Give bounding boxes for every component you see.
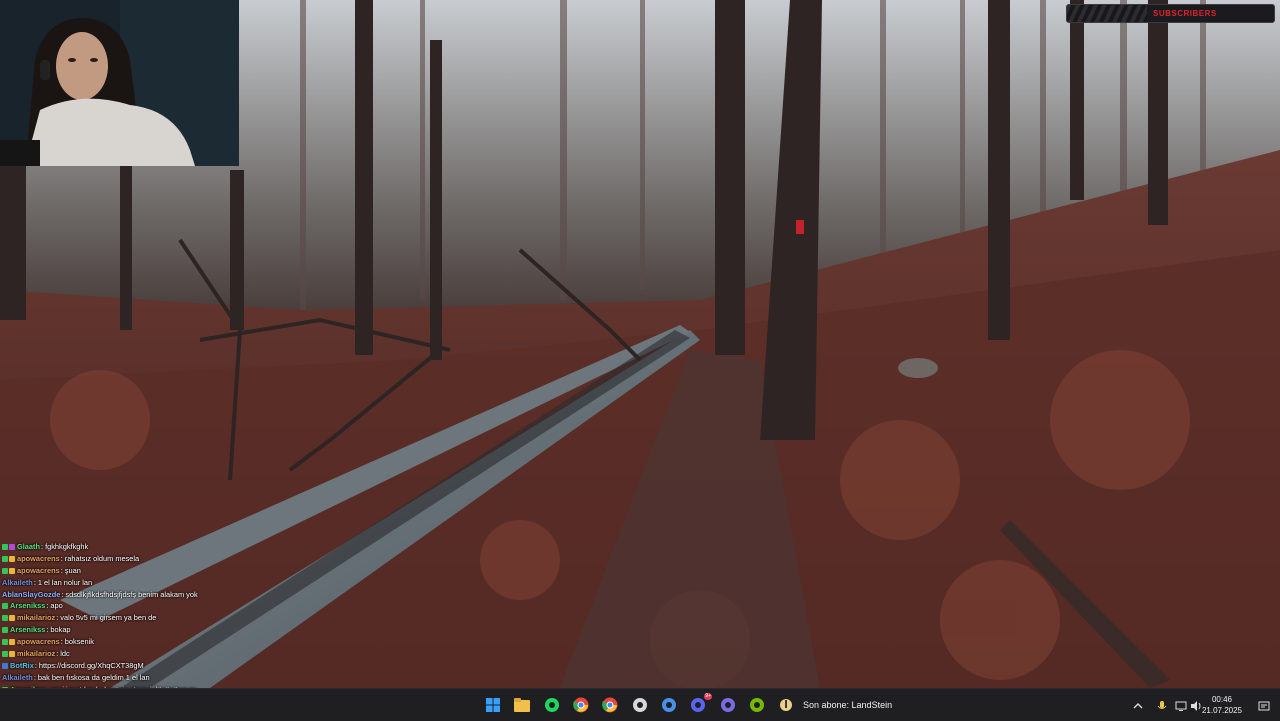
chrome-profile-icon[interactable] [601, 696, 619, 714]
chat-username[interactable]: Arsenikss [10, 624, 45, 636]
chat-message: AblanSlayGozde: sdsdlkjflkdsfhdsjfjdsfş b… [2, 589, 332, 601]
chat-badges [2, 567, 15, 574]
chat-badges [2, 555, 15, 562]
subscriber-label: SUBSCRIBERS [1153, 9, 1217, 18]
chat-username[interactable]: apowacrens [17, 565, 60, 577]
chat-message: Arsenikss: bokap [2, 624, 332, 636]
spotify-icon[interactable] [543, 696, 561, 714]
notification-icon[interactable] [1258, 699, 1270, 711]
file-explorer-icon[interactable] [513, 696, 531, 714]
chat-text: sdsdlkjflkdsfhdsjfjdsfş benim alakam yok [65, 589, 198, 599]
chat-badge-icon [9, 555, 15, 562]
chat-username[interactable]: AblanSlayGozde [2, 589, 60, 601]
chat-username[interactable]: mikailarioz [17, 612, 55, 624]
chat-message: Glaath: fgkhkgkfkghk [2, 541, 332, 553]
chat-username[interactable]: mikailarioz [17, 648, 55, 660]
chat-separator: : [56, 649, 59, 659]
chat-badges [2, 639, 15, 646]
chat-message: mikailarioz: ldc [2, 648, 332, 660]
chat-separator: : [46, 601, 49, 611]
chat-separator: : [60, 553, 63, 563]
chat-badges [2, 615, 15, 622]
app-circle-icon[interactable] [719, 696, 737, 714]
chat-badges [2, 543, 15, 550]
obs-studio-icon[interactable] [631, 696, 649, 714]
chat-text: valo 5v5 mi girsem ya ben de [60, 613, 157, 623]
webcam-overlay [0, 0, 239, 166]
chat-text: apo [50, 601, 63, 611]
chat-username[interactable]: Alkaileth [2, 672, 33, 684]
chat-badge-icon [2, 662, 8, 669]
chat-separator: : [60, 565, 63, 575]
nvidia-icon[interactable] [748, 696, 766, 714]
chat-separator: : [33, 577, 36, 587]
chat-badge-icon [9, 567, 15, 574]
chat-badges [2, 627, 8, 634]
chat-text: şuan [64, 565, 81, 575]
chat-username[interactable]: Glaath [17, 541, 40, 553]
clock-date: 21.07.2025 [1201, 706, 1243, 715]
chat-separator: : [56, 613, 59, 623]
chat-separator: : [33, 672, 36, 682]
chrome-icon[interactable] [572, 696, 590, 714]
chat-username[interactable]: Arsenikss [10, 600, 45, 612]
chat-username[interactable]: BotRix [10, 660, 34, 672]
tray-clock[interactable]: 00:46 21.07.2025 [1198, 694, 1246, 716]
now-playing: Son abone: LandStein [777, 696, 892, 714]
chat-badge-icon [9, 639, 15, 646]
chat-badge-icon [2, 543, 8, 550]
chat-message: Alkaileth: bak ben fıskosa da geldim 1 el… [2, 672, 332, 684]
chat-message: apowacrens: şuan [2, 565, 332, 577]
windows-start-icon[interactable] [484, 696, 502, 714]
chat-badges [2, 650, 15, 657]
chat-text: rahatsız oldum mesela [64, 553, 140, 563]
chat-badge-icon [9, 650, 15, 657]
chat-text: https://discord.gg/XhqCXT38gM [38, 660, 144, 670]
chat-badge-icon [2, 650, 8, 657]
subscriber-bar-stripes [1067, 5, 1147, 22]
chat-badge-icon [2, 639, 8, 646]
chat-username[interactable]: apowacrens [17, 553, 60, 565]
chat-separator: : [41, 542, 44, 551]
chat-username[interactable]: Alkaileth [2, 577, 33, 589]
chat-badge-icon [9, 543, 15, 550]
chat-text: bokap [50, 625, 71, 635]
chat-badge-icon [9, 615, 15, 622]
chevron-up-icon[interactable] [1132, 699, 1144, 711]
clock-time: 00:46 [1211, 695, 1233, 704]
chat-badges [2, 603, 8, 610]
chat-message: Alkaileth:1 el lan nolur lan [2, 577, 332, 589]
chat-text: ldc [60, 649, 70, 659]
notification-badge: 9+ [704, 693, 712, 700]
chat-separator: : [61, 589, 64, 599]
chat-badge-icon [2, 555, 8, 562]
network-icon[interactable] [1175, 699, 1187, 711]
chat-badge-icon [2, 567, 8, 574]
discord-icon[interactable]: 9+ [689, 693, 712, 714]
chat-message: apowacrens: rahatsız oldum mesela [2, 553, 332, 565]
chat-badges [2, 662, 8, 669]
chat-badge-icon [2, 627, 8, 634]
chat-badge-icon [2, 603, 8, 610]
chat-text: boksenik [64, 637, 94, 647]
chat-message: BotRix: https://discord.gg/XhqCXT38gM [2, 660, 332, 672]
windows-taskbar: 9+ Son abone: LandStein 00:46 21.07.2025 [0, 688, 1280, 721]
chat-separator: : [46, 625, 49, 635]
chat-text: bak ben fıskosa da geldim 1 el lan [37, 672, 150, 682]
chat-username[interactable]: apowacrens [17, 636, 60, 648]
microphone-icon[interactable] [1156, 699, 1168, 711]
chat-badge-icon [2, 615, 8, 622]
game-launcher-icon[interactable] [660, 696, 678, 714]
last-subscriber-label: Son abone: LandStein [803, 700, 893, 710]
chat-separator: : [34, 660, 37, 670]
system-tray: 00:46 21.07.2025 [1130, 689, 1280, 721]
chat-message: apowacrens: boksenik [2, 636, 332, 648]
chat-text: fgkhkgkfkghk [45, 542, 89, 551]
chat-text: 1 el lan nolur lan [37, 577, 93, 587]
chat-message: mikailarioz: valo 5v5 mi girsem ya ben de [2, 612, 332, 624]
subscriber-goal-bar: SUBSCRIBERS [1066, 4, 1275, 23]
chat-message: Arsenikss: apo [2, 600, 332, 612]
chat-separator: : [60, 637, 63, 647]
music-widget-icon[interactable] [777, 696, 795, 714]
